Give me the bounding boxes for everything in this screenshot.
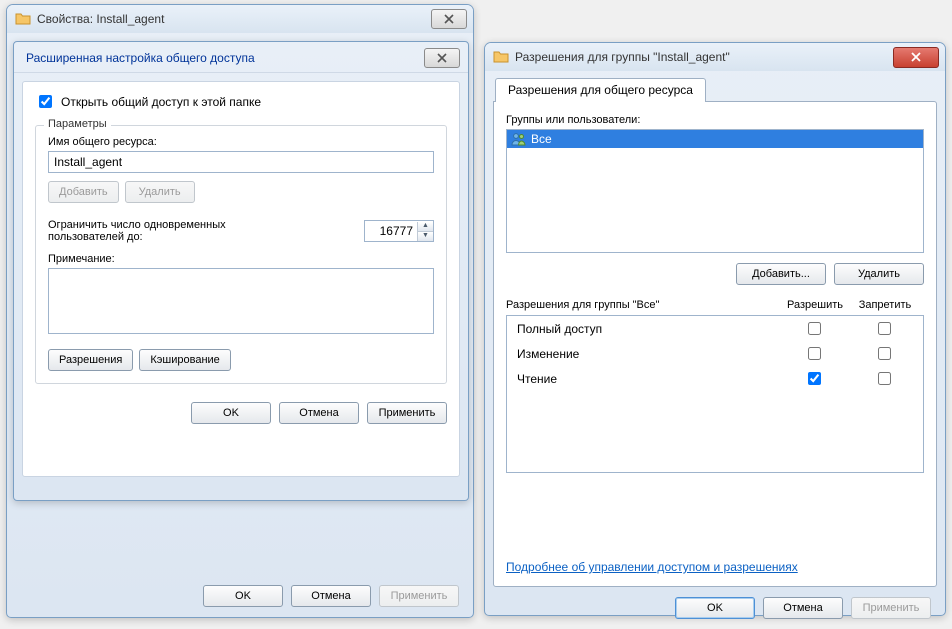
column-allow: Разрешить [780,299,850,311]
share-folder-checkbox-row: Открыть общий доступ к этой папке [35,92,447,111]
cancel-button[interactable]: Отмена [763,597,843,619]
column-deny: Запретить [850,299,920,311]
table-row: Изменение [507,341,923,366]
parameters-legend: Параметры [44,118,111,130]
limit-users-label: Ограничить число одновременных пользоват… [48,219,226,243]
permissions-window: Разрешения для группы "Install_agent" Ра… [484,42,946,616]
note-textarea[interactable] [48,268,434,334]
permissions-titlebar[interactable]: Разрешения для группы "Install_agent" [485,43,945,71]
add-share-button[interactable]: Добавить [48,181,119,203]
permissions-button[interactable]: Разрешения [48,349,133,371]
cancel-button[interactable]: Отмена [279,402,359,424]
note-label: Примечание: [48,253,434,265]
advanced-sharing-body: Открыть общий доступ к этой папке Параме… [22,81,460,477]
user-limit-input[interactable] [365,222,417,240]
deny-read-checkbox[interactable] [878,372,891,385]
users-group-icon [511,132,527,146]
spinner-up[interactable]: ▲ [418,222,433,231]
folder-icon [15,11,31,27]
spinner-down[interactable]: ▼ [418,231,433,241]
cancel-button[interactable]: Отмена [291,585,371,607]
permissions-for-label: Разрешения для группы "Все" [506,299,780,311]
share-name-input[interactable] [48,151,434,173]
parameters-group: Параметры Имя общего ресурса: Добавить У… [35,125,447,384]
folder-icon [493,49,509,65]
apply-button[interactable]: Применить [367,402,447,424]
share-folder-label: Открыть общий доступ к этой папке [61,95,261,109]
properties-titlebar[interactable]: Свойства: Install_agent [7,5,473,33]
permissions-tab-body: Группы или пользователи: Все Добавить...… [493,101,937,587]
allow-full-access-checkbox[interactable] [808,322,821,335]
close-button[interactable] [431,9,467,29]
add-user-button[interactable]: Добавить... [736,263,826,285]
ok-button[interactable]: OK [191,402,271,424]
close-button[interactable] [893,47,939,68]
properties-title: Свойства: Install_agent [37,12,431,26]
permissions-title: Разрешения для группы "Install_agent" [515,50,893,64]
users-listbox[interactable]: Все [506,129,924,253]
list-item[interactable]: Все [507,130,923,148]
table-row: Чтение [507,366,923,391]
deny-full-access-checkbox[interactable] [878,322,891,335]
table-row: Полный доступ [507,316,923,341]
ok-button[interactable]: OK [675,597,755,619]
remove-share-button[interactable]: Удалить [125,181,195,203]
allow-read-checkbox[interactable] [808,372,821,385]
advanced-sharing-title: Расширенная настройка общего доступа [26,51,255,65]
share-name-label: Имя общего ресурса: [48,136,434,148]
apply-button[interactable]: Применить [379,585,459,607]
permissions-table: Полный доступ Изменение Чтение [506,315,924,473]
ok-button[interactable]: OK [203,585,283,607]
remove-user-button[interactable]: Удалить [834,263,924,285]
groups-users-label: Группы или пользователи: [506,114,924,126]
share-folder-checkbox[interactable] [39,95,52,108]
close-button[interactable] [424,48,460,68]
user-item-label: Все [531,132,552,146]
tab-share-permissions[interactable]: Разрешения для общего ресурса [495,78,706,102]
learn-more-link[interactable]: Подробнее об управлении доступом и разре… [506,560,798,574]
allow-change-checkbox[interactable] [808,347,821,360]
properties-window: Свойства: Install_agent Расширенная наст… [6,4,474,618]
caching-button[interactable]: Кэширование [139,349,230,371]
user-limit-spinner[interactable]: ▲ ▼ [364,220,434,242]
advanced-sharing-titlebar[interactable]: Расширенная настройка общего доступа [14,42,468,73]
deny-change-checkbox[interactable] [878,347,891,360]
advanced-sharing-dialog: Расширенная настройка общего доступа Отк… [13,41,469,501]
apply-button[interactable]: Применить [851,597,931,619]
